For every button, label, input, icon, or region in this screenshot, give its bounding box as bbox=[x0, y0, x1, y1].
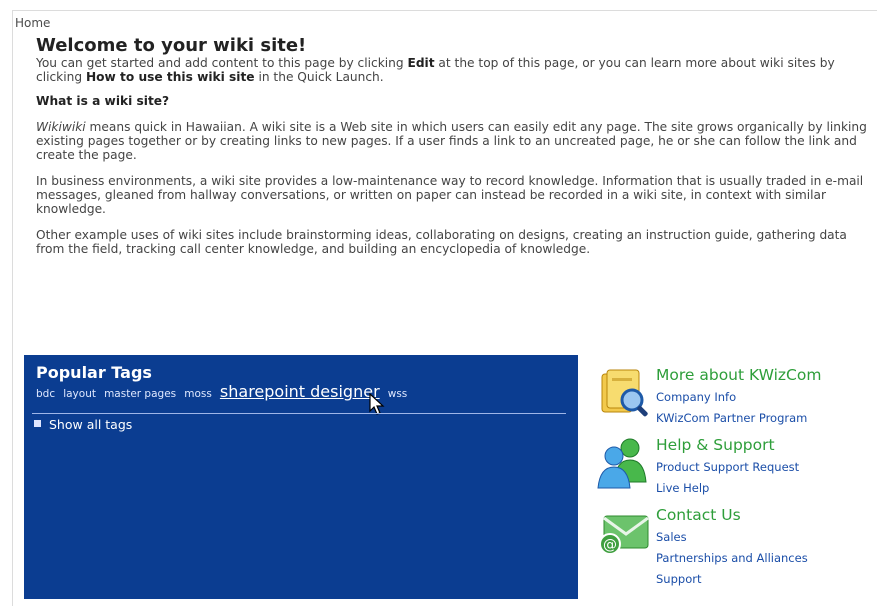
sidebar: More about KWizCom Company Info KWizCom … bbox=[592, 364, 872, 594]
folder-search-icon bbox=[601, 369, 648, 417]
contact-envelope-icon: @ bbox=[599, 515, 649, 555]
section-heading: What is a wiki site? bbox=[36, 94, 170, 108]
show-all-tags-link[interactable]: Show all tags bbox=[34, 417, 132, 432]
tags-divider bbox=[32, 413, 566, 414]
help-support-title: Help & Support bbox=[656, 436, 775, 454]
tag-layout[interactable]: layout bbox=[63, 388, 96, 400]
tag-cloud: bdc layout master pages moss sharepoint … bbox=[36, 382, 410, 401]
tag-bdc[interactable]: bdc bbox=[36, 388, 55, 400]
support-link[interactable]: Support bbox=[656, 572, 701, 586]
tag-moss[interactable]: moss bbox=[184, 388, 212, 400]
wiki-content: Welcome to your wiki site! You can get s… bbox=[36, 36, 868, 268]
paragraph-examples: Other example uses of wiki sites include… bbox=[36, 228, 847, 256]
intro-paragraph: You can get started and add content to t… bbox=[36, 56, 868, 84]
edit-keyword: Edit bbox=[407, 56, 435, 70]
tag-sharepoint-designer[interactable]: sharepoint designer bbox=[220, 382, 380, 401]
intro-text-a: You can get started and add content to t… bbox=[36, 56, 408, 70]
paragraph-1-text: means quick in Hawaiian. A wiki site is … bbox=[36, 120, 867, 162]
tag-master-pages[interactable]: master pages bbox=[104, 388, 176, 400]
kwizcom-section: More about KWizCom Company Info KWizCom … bbox=[592, 364, 872, 434]
contact-us-section: @ Contact Us Sales Partnerships and Alli… bbox=[592, 504, 872, 594]
paragraph-business: In business environments, a wiki site pr… bbox=[36, 174, 864, 216]
bullet-icon bbox=[34, 420, 41, 427]
page-title: Welcome to your wiki site! bbox=[36, 35, 307, 56]
contact-us-title: Contact Us bbox=[656, 506, 741, 524]
popular-tags-title: Popular Tags bbox=[36, 363, 152, 382]
show-all-tags-label: Show all tags bbox=[49, 417, 133, 432]
wikiwiki-term: Wikiwiki bbox=[36, 120, 86, 134]
svg-text:@: @ bbox=[603, 537, 617, 553]
product-support-request-link[interactable]: Product Support Request bbox=[656, 460, 799, 474]
partner-program-link[interactable]: KWizCom Partner Program bbox=[656, 411, 807, 425]
how-to-keyword: How to use this wiki site bbox=[85, 70, 255, 84]
live-help-link[interactable]: Live Help bbox=[656, 481, 709, 495]
people-icon bbox=[597, 438, 647, 489]
partnerships-link[interactable]: Partnerships and Alliances bbox=[656, 551, 808, 565]
help-support-section: Help & Support Product Support Request L… bbox=[592, 434, 872, 504]
popular-tags-panel: Popular Tags bdc layout master pages mos… bbox=[24, 355, 578, 599]
breadcrumb[interactable]: Home bbox=[15, 16, 50, 30]
paragraph-wikiwiki: Wikiwiki means quick in Hawaiian. A wiki… bbox=[36, 120, 868, 162]
company-info-link[interactable]: Company Info bbox=[656, 390, 736, 404]
tag-wss[interactable]: wss bbox=[388, 388, 408, 400]
kwizcom-title: More about KWizCom bbox=[656, 366, 822, 384]
sales-link[interactable]: Sales bbox=[656, 530, 687, 544]
intro-text-c: in the Quick Launch. bbox=[254, 70, 384, 84]
